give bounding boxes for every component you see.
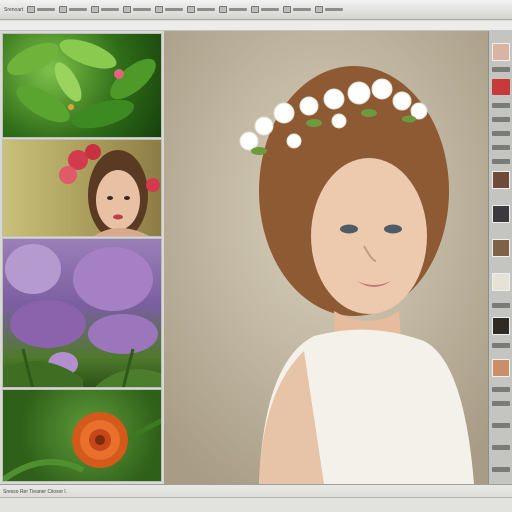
panel-tool-icon[interactable] bbox=[492, 117, 510, 122]
tool-icon bbox=[59, 6, 68, 13]
panel-tool-icon[interactable] bbox=[492, 343, 510, 348]
thumb-leaves[interactable] bbox=[2, 33, 162, 138]
purple-flowers-photo-icon bbox=[3, 244, 161, 387]
tool-icon bbox=[251, 6, 260, 13]
panel-photo-icon[interactable] bbox=[492, 205, 510, 223]
toolbar-item-11[interactable] bbox=[313, 3, 345, 17]
tool-icon bbox=[27, 6, 36, 13]
panel-tool-icon[interactable] bbox=[492, 467, 510, 472]
toolbar-item-1[interactable]: Srenoart bbox=[2, 3, 25, 17]
toolbar-item-label bbox=[229, 8, 248, 11]
panel-tool-icon[interactable] bbox=[492, 303, 510, 308]
panel-tool-icon[interactable] bbox=[492, 423, 510, 428]
thumb-purple[interactable] bbox=[2, 238, 162, 388]
toolbar-item-10[interactable] bbox=[281, 3, 313, 17]
panel-tool-icon[interactable] bbox=[492, 159, 510, 164]
panel-tool-icon[interactable] bbox=[492, 401, 510, 406]
tool-icon bbox=[155, 6, 164, 13]
toolbar-item-label bbox=[133, 8, 152, 11]
woman-flower-crown-photo-icon bbox=[164, 31, 488, 484]
toolbar-item-7[interactable] bbox=[185, 3, 217, 17]
toolbar-item-9[interactable] bbox=[249, 3, 281, 17]
toolbar-item-label bbox=[165, 8, 184, 11]
tool-icon bbox=[123, 6, 132, 13]
panel-tool-icon[interactable] bbox=[492, 145, 510, 150]
thumb-orange[interactable] bbox=[2, 389, 162, 482]
tool-icon bbox=[283, 6, 292, 13]
toolbar-item-label bbox=[293, 8, 312, 11]
toolbar-item-8[interactable] bbox=[217, 3, 249, 17]
panel-photo-icon[interactable] bbox=[492, 273, 510, 291]
toolbar-item-6[interactable] bbox=[153, 3, 185, 17]
orange-flower-photo-icon bbox=[3, 412, 161, 481]
panel-photo-icon[interactable] bbox=[492, 171, 510, 189]
toolbar-item-3[interactable] bbox=[57, 3, 89, 17]
panel-tool-icon[interactable] bbox=[492, 387, 510, 392]
status-text: Sresso Rer Tieaner Ciiosor l. bbox=[3, 489, 67, 495]
panel-photo-icon[interactable] bbox=[492, 43, 510, 61]
tool-icon bbox=[91, 6, 100, 13]
thumb-portrait[interactable] bbox=[2, 139, 162, 237]
thumbnail-strip bbox=[0, 31, 164, 484]
toolbar-item-label bbox=[261, 8, 280, 11]
right-panel bbox=[488, 31, 512, 484]
panel-tool-icon[interactable] bbox=[492, 131, 510, 136]
toolbar-item-label bbox=[69, 8, 88, 11]
panel-photo-icon[interactable] bbox=[492, 239, 510, 257]
panel-red-icon[interactable] bbox=[492, 79, 510, 95]
panel-tool-icon[interactable] bbox=[492, 67, 510, 72]
panel-tool-icon[interactable] bbox=[492, 445, 510, 450]
app-window: Srenoart Sresso Rer Tieaner Ciiosor l. bbox=[0, 0, 512, 512]
tool-icon bbox=[187, 6, 196, 13]
toolbar-item-label bbox=[101, 8, 120, 11]
tool-icon bbox=[219, 6, 228, 13]
bottom-bar bbox=[0, 498, 512, 512]
panel-tool-icon[interactable] bbox=[492, 103, 510, 108]
panel-photo-icon[interactable] bbox=[492, 359, 510, 377]
sub-toolbar bbox=[0, 21, 512, 31]
toolbar-item-label bbox=[37, 8, 56, 11]
toolbar-item-label bbox=[197, 8, 216, 11]
status-bar: Sresso Rer Tieaner Ciiosor l. bbox=[0, 484, 512, 512]
panel-photo-icon[interactable] bbox=[492, 317, 510, 335]
top-toolbar: Srenoart bbox=[0, 0, 512, 20]
toolbar-item-2[interactable] bbox=[25, 3, 57, 17]
toolbar-item-5[interactable] bbox=[121, 3, 153, 17]
green-leaves-photo-icon bbox=[7, 39, 156, 129]
tool-icon bbox=[315, 6, 324, 13]
toolbar-item-4[interactable] bbox=[89, 3, 121, 17]
toolbar-item-label bbox=[325, 8, 344, 11]
main-photo-viewer[interactable] bbox=[164, 31, 488, 484]
woman-with-flowers-photo-icon bbox=[59, 144, 160, 236]
toolbar-item-label: Srenoart bbox=[4, 6, 24, 13]
